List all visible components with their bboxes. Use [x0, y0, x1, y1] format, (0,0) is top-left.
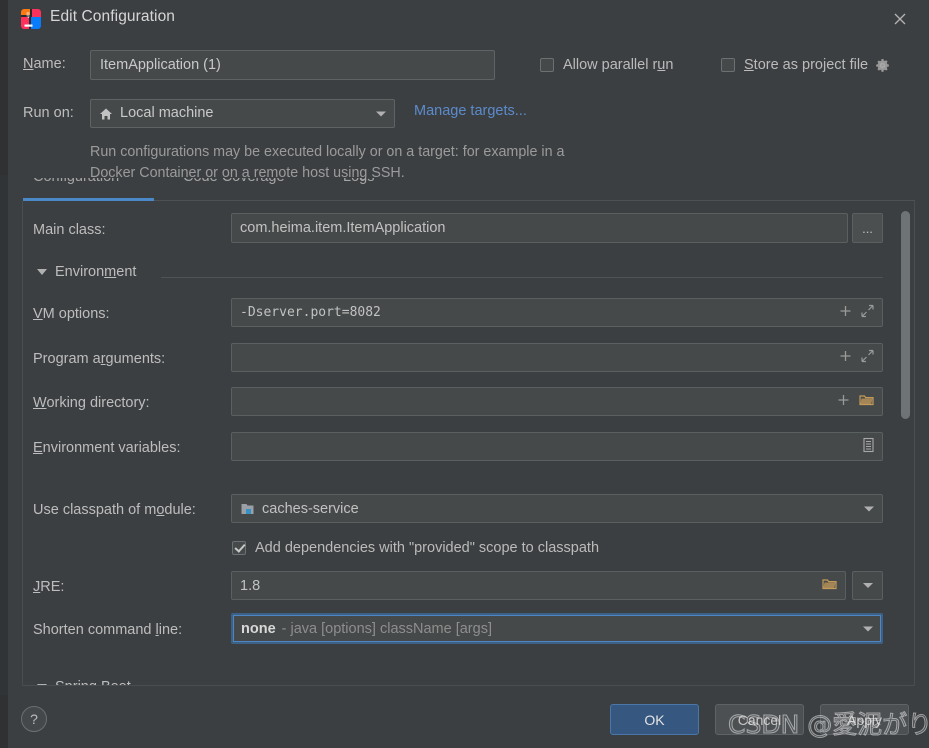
- shorten-command-line-label: Shorten command line:: [33, 622, 183, 638]
- chevron-down-icon: [864, 506, 874, 511]
- jre-label: JRE:: [33, 579, 65, 595]
- main-class-input[interactable]: com.heima.item.ItemApplication: [231, 213, 848, 243]
- store-as-project-file-checkbox[interactable]: Store as project file: [721, 57, 890, 73]
- environment-section-divider: [161, 277, 883, 278]
- home-icon: [99, 107, 113, 121]
- vm-options-value: -Dserver.port=8082: [240, 305, 381, 320]
- tab-code-coverage[interactable]: Code Coverage: [183, 178, 285, 185]
- name-label: Name:: [23, 56, 66, 72]
- name-input-value: ItemApplication (1): [100, 57, 221, 73]
- working-directory-actions: [837, 393, 874, 410]
- edit-configuration-dialog: IJ Edit Configuration Name: ItemApplicat…: [0, 0, 929, 748]
- jre-dropdown-button[interactable]: [852, 571, 883, 600]
- environment-variables-label: Environment variables:: [33, 440, 181, 456]
- tab-logs[interactable]: Logs: [343, 178, 374, 185]
- main-class-browse-button[interactable]: ...: [852, 213, 883, 243]
- collapse-triangle-icon: [37, 269, 47, 275]
- vm-options-input[interactable]: -Dserver.port=8082: [231, 298, 883, 327]
- allow-parallel-run-checkbox[interactable]: Allow parallel run: [540, 57, 673, 73]
- jre-actions: [822, 577, 837, 594]
- add-dependencies-label: Add dependencies with "provided" scope t…: [255, 540, 600, 556]
- allow-parallel-run-label: Allow parallel run: [563, 57, 674, 73]
- working-directory-label: Working directory:: [33, 395, 150, 411]
- main-class-value: com.heima.item.ItemApplication: [240, 220, 446, 236]
- shorten-command-line-combobox[interactable]: none - java [options] className [args]: [231, 613, 883, 644]
- run-on-combobox[interactable]: Local machine: [90, 99, 395, 128]
- spring-boot-section-header[interactable]: Spring Boot: [37, 679, 131, 685]
- expand-icon[interactable]: [861, 304, 874, 321]
- shorten-command-line-hint: - java [options] className [args]: [281, 620, 492, 637]
- tab-strip: Configuration Code Coverage Logs: [23, 178, 915, 202]
- folder-icon[interactable]: [859, 393, 874, 410]
- environment-section-header[interactable]: Environment: [37, 264, 136, 280]
- ok-button[interactable]: OK: [610, 704, 699, 735]
- chevron-down-icon: [376, 111, 386, 116]
- vertical-scrollbar-thumb[interactable]: [901, 211, 910, 419]
- chevron-down-icon: [863, 626, 873, 631]
- plus-icon[interactable]: [839, 304, 852, 321]
- collapse-triangle-icon: [37, 684, 47, 685]
- program-arguments-label: Program arguments:: [33, 351, 166, 367]
- environment-section-label: Environment: [55, 264, 137, 280]
- close-icon[interactable]: [887, 6, 913, 32]
- title-bar: IJ Edit Configuration: [8, 0, 929, 38]
- program-arguments-actions: [839, 349, 874, 366]
- environment-variables-input[interactable]: [231, 432, 883, 461]
- use-classpath-combobox[interactable]: caches-service: [231, 494, 883, 523]
- module-icon: [240, 502, 255, 516]
- main-class-label: Main class:: [33, 222, 106, 238]
- folder-icon[interactable]: [822, 577, 837, 594]
- manage-targets-link[interactable]: Manage targets...: [414, 103, 527, 119]
- shorten-command-line-value: none: [241, 620, 276, 637]
- run-on-value: Local machine: [120, 105, 214, 121]
- name-input[interactable]: ItemApplication (1): [90, 50, 495, 80]
- window-background-sliver-lower: [0, 175, 8, 695]
- intellij-idea-logo-icon: IJ: [20, 8, 42, 30]
- dialog-title: Edit Configuration: [50, 8, 176, 25]
- store-as-project-file-box: [721, 58, 735, 72]
- run-on-label: Run on:: [23, 105, 74, 121]
- jre-input[interactable]: 1.8: [231, 571, 846, 600]
- allow-parallel-run-box: [540, 58, 554, 72]
- working-directory-input[interactable]: [231, 387, 883, 416]
- configuration-scroll-panel: Main class: com.heima.item.ItemApplicati…: [22, 201, 915, 686]
- store-as-project-file-label: Store as project file: [744, 57, 869, 73]
- spring-boot-section-label: Spring Boot: [55, 679, 131, 685]
- svg-text:IJ: IJ: [26, 11, 30, 18]
- add-dependencies-box: [232, 541, 246, 555]
- apply-button[interactable]: Apply: [820, 704, 909, 735]
- use-classpath-value: caches-service: [262, 500, 359, 517]
- vertical-scrollbar-track[interactable]: [901, 203, 912, 683]
- cancel-button[interactable]: Cancel: [715, 704, 804, 735]
- chevron-down-icon: [862, 583, 873, 588]
- vm-options-label: VM options:: [33, 306, 110, 322]
- expand-icon[interactable]: [861, 349, 874, 366]
- vm-options-actions: [839, 304, 874, 321]
- list-editor-icon[interactable]: [863, 437, 874, 456]
- jre-value: 1.8: [240, 577, 261, 594]
- tab-configuration[interactable]: Configuration: [33, 178, 119, 185]
- environment-variables-actions: [863, 437, 874, 456]
- use-classpath-label: Use classpath of module:: [33, 502, 196, 518]
- add-dependencies-checkbox[interactable]: Add dependencies with "provided" scope t…: [232, 540, 599, 556]
- program-arguments-input[interactable]: [231, 343, 883, 372]
- help-button[interactable]: ?: [21, 706, 47, 732]
- plus-icon[interactable]: [837, 393, 850, 410]
- plus-icon[interactable]: [839, 349, 852, 366]
- gear-icon[interactable]: [875, 58, 890, 73]
